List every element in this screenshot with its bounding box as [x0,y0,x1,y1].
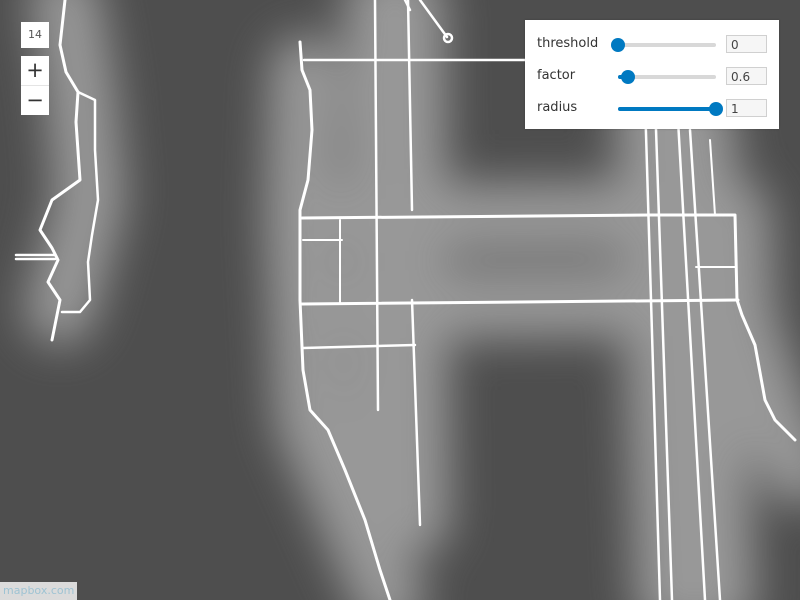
map-attribution-link[interactable]: mapbox.com [0,582,78,600]
radius-slider-fill [618,107,716,111]
threshold-slider-track[interactable] [611,38,716,52]
factor-slider-track[interactable] [618,70,716,84]
zoom-level-indicator: 14 [21,22,49,48]
factor-slider-thumb[interactable] [621,70,635,84]
slider-row-factor: factor 0.6 [525,64,779,88]
zoom-level-text: 14 [28,28,42,41]
threshold-label: threshold [537,36,599,51]
blur-settings-panel: threshold 0 factor 0.6 radius 1 [525,20,779,129]
map-canvas[interactable]: 14 + − threshold 0 factor 0.6 radius 1 m… [0,0,800,600]
slider-row-radius: radius 1 [525,96,779,120]
radius-slider-thumb[interactable] [709,102,723,116]
zoom-in-button[interactable]: + [21,56,49,85]
radius-value-input[interactable]: 1 [726,99,767,117]
threshold-value-input[interactable]: 0 [726,35,767,53]
factor-label: factor [537,68,576,83]
zoom-out-button[interactable]: − [21,85,49,115]
slider-row-threshold: threshold 0 [525,32,779,56]
threshold-slider-thumb[interactable] [611,38,625,52]
radius-slider-track[interactable] [618,102,723,116]
radius-label: radius [537,100,578,115]
factor-value-input[interactable]: 0.6 [726,67,767,85]
zoom-control: + − [21,56,49,115]
